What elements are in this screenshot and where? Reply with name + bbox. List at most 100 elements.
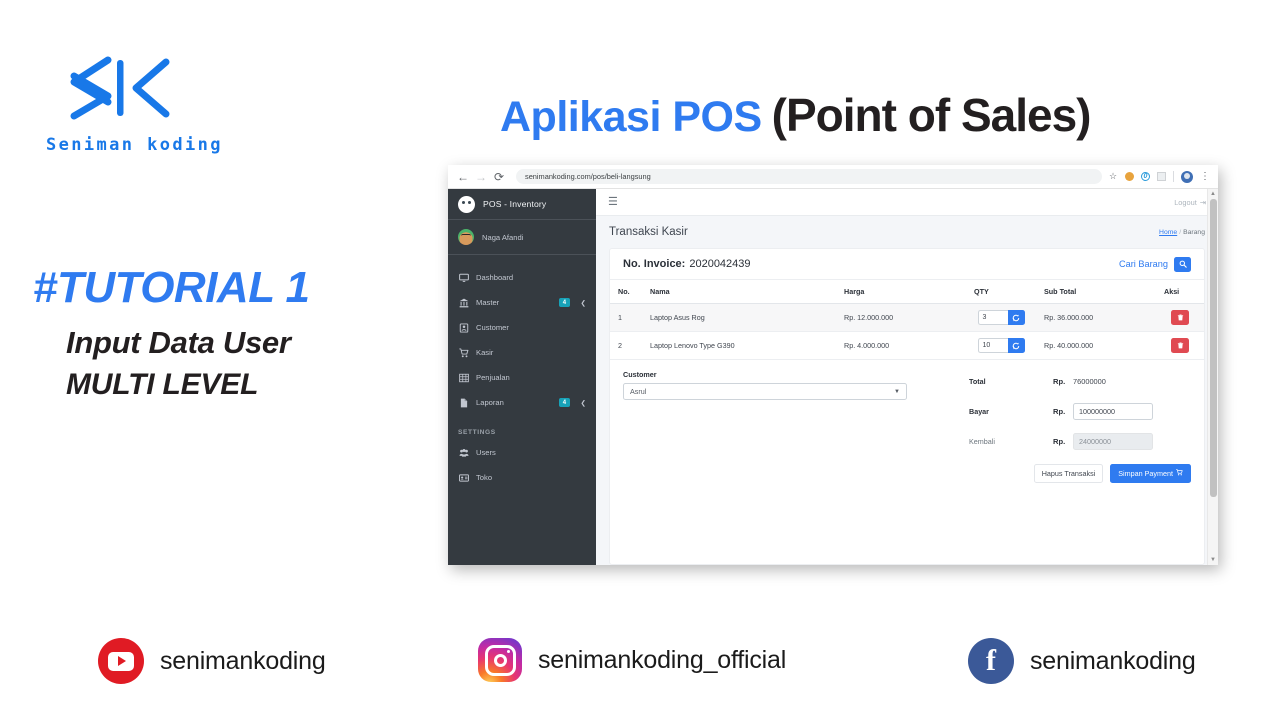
reload-icon[interactable]: ⟳ (490, 168, 508, 186)
sidebar-item-label: Customer (476, 323, 509, 332)
bayar-input[interactable]: 100000000 (1073, 402, 1153, 420)
col-header-nama: Nama (642, 280, 836, 304)
bayar-currency: Rp. (1053, 406, 1066, 416)
kebab-menu-icon[interactable]: ⋮ (1200, 171, 1210, 182)
pos-logo-icon (458, 195, 475, 213)
total-row: Total Rp. 76000000 (969, 370, 1191, 392)
title-rest: (Point of Sales) (771, 89, 1092, 141)
logout-button[interactable]: Logout ⇥ (1174, 198, 1206, 207)
chevron-down-icon: ▼ (894, 388, 900, 395)
qty-stepper: 3 (977, 310, 1025, 325)
sidebar-brand-label: POS - Inventory (483, 199, 547, 209)
table-icon (458, 372, 469, 383)
delete-transaction-button[interactable]: Hapus Transaksi (1033, 464, 1104, 483)
star-icon[interactable]: ☆ (1108, 171, 1118, 182)
breadcrumb-home[interactable]: Home (1159, 229, 1177, 236)
table-row: 2 Laptop Lenovo Type G390 Rp. 4.000.000 … (610, 331, 1204, 360)
cell-harga: Rp. 12.000.000 (836, 303, 966, 332)
cell-nama: Laptop Asus Rog (642, 303, 836, 332)
grey-extension-icon[interactable] (1157, 172, 1166, 181)
toolbar-divider (1173, 171, 1174, 182)
total-value: 76000000 (1073, 376, 1106, 386)
qty-input[interactable]: 10 (977, 338, 1008, 353)
browser-window: ← → ⟳ senimankoding.com/pos/beli-langsun… (448, 165, 1218, 565)
sidebar-brand[interactable]: POS - Inventory (448, 189, 596, 220)
total-currency: Rp. (1053, 376, 1066, 386)
users-icon (458, 447, 469, 458)
sidebar-item-kasir[interactable]: Kasir (448, 340, 596, 365)
tutorial-line-1: Input Data User (66, 325, 291, 360)
sidebar-item-laporan[interactable]: Laporan 4 ❮ (448, 390, 596, 415)
refresh-icon[interactable] (1007, 310, 1025, 325)
sidebar-user[interactable]: Naga Afandi (448, 220, 596, 255)
scrollbar-track[interactable] (1208, 199, 1219, 555)
trash-icon[interactable] (1171, 338, 1189, 353)
bayar-row: Bayar Rp. 100000000 (969, 400, 1191, 422)
search-item-label[interactable]: Cari Barang (1119, 259, 1168, 269)
trash-icon[interactable] (1171, 310, 1189, 325)
save-payment-label: Simpan Payment (1118, 469, 1173, 478)
qty-input[interactable]: 3 (977, 310, 1008, 325)
cell-harga: Rp. 4.000.000 (836, 331, 966, 360)
search-icon[interactable] (1174, 256, 1191, 272)
sidebar-item-toko[interactable]: Toko (448, 465, 596, 490)
customer-select[interactable]: Asrul ▼ (623, 383, 907, 400)
page-scrollbar[interactable]: ▲ ▼ (1207, 189, 1218, 565)
forward-arrow-icon[interactable]: → (472, 168, 490, 186)
qty-stepper: 10 (977, 338, 1025, 353)
back-arrow-icon[interactable]: ← (454, 168, 472, 186)
customer-selected-value: Asrul (630, 387, 647, 396)
sidebar-item-label: Toko (476, 473, 493, 482)
instagram-handle: senimankoding_official (538, 645, 787, 674)
social-facebook[interactable]: f senimankoding (968, 638, 1196, 684)
blue-extension-icon[interactable]: 0 (1141, 172, 1150, 181)
file-icon (458, 397, 469, 408)
transaction-card: No. Invoice: 2020042439 Cari Barang No. (609, 248, 1205, 565)
sidebar-badge-laporan: 4 (559, 398, 570, 407)
slide-canvas: Seniman koding #TUTORIAL 1 Input Data Us… (0, 0, 1280, 720)
orange-extension-icon[interactable] (1125, 172, 1134, 181)
sidebar-item-label: Laporan (476, 398, 504, 407)
refresh-icon[interactable] (1007, 338, 1025, 353)
cell-nama: Laptop Lenovo Type G390 (642, 331, 836, 360)
sidebar-item-label: Penjualan (476, 373, 510, 382)
sidebar-item-customer[interactable]: Customer (448, 315, 596, 340)
sidebar-item-dashboard[interactable]: Dashboard (448, 265, 596, 290)
cart-icon (458, 347, 469, 358)
page-header: Transaksi Kasir Home / Barang (596, 216, 1218, 248)
totals-section: Total Rp. 76000000 Bayar Rp. 100000000 K… (917, 370, 1191, 460)
payment-actions: Hapus Transaksi Simpan Payment (610, 460, 1204, 493)
chevron-left-icon[interactable]: ❮ (581, 399, 586, 407)
cell-no: 2 (610, 331, 642, 360)
id-card-icon (458, 322, 469, 333)
instagram-icon (478, 638, 522, 682)
breadcrumb: Home / Barang (1159, 229, 1205, 236)
sidebar-badge-master: 4 (559, 298, 570, 307)
sidebar-item-master[interactable]: Master 4 ❮ (448, 290, 596, 315)
items-table: No. Nama Harga QTY Sub Total Aksi 1 Lapt… (610, 280, 1204, 360)
cell-aksi (1156, 303, 1204, 332)
bayar-label: Bayar (969, 406, 989, 416)
invoice-number: 2020042439 (689, 258, 751, 270)
scroll-up-arrow-icon[interactable]: ▲ (1210, 189, 1216, 199)
sidebar-item-penjualan[interactable]: Penjualan (448, 365, 596, 390)
total-label: Total (969, 376, 986, 386)
sidebar-item-label: Kasir (476, 348, 494, 357)
scroll-down-arrow-icon[interactable]: ▼ (1210, 555, 1216, 565)
hamburger-icon[interactable]: ☰ (608, 196, 618, 208)
sidebar-item-users[interactable]: Users (448, 440, 596, 465)
profile-avatar-icon[interactable] (1181, 170, 1193, 183)
chevron-left-icon[interactable]: ❮ (581, 299, 586, 307)
sidebar-nav: Dashboard Master 4 ❮ Customer Kasir Penj… (448, 255, 596, 490)
youtube-handle: senimankoding (160, 646, 326, 675)
url-bar[interactable]: senimankoding.com/pos/beli-langsung (516, 169, 1102, 184)
app-topbar: ☰ Logout ⇥ (596, 189, 1218, 216)
save-payment-button[interactable]: Simpan Payment (1110, 464, 1191, 483)
scrollbar-thumb[interactable] (1209, 199, 1217, 497)
youtube-icon (98, 638, 144, 684)
kembali-row: Kembali Rp. 24000000 (969, 430, 1191, 452)
breadcrumb-current: Barang (1183, 228, 1205, 236)
social-youtube[interactable]: senimankoding (98, 638, 326, 684)
social-instagram[interactable]: senimankoding_official (478, 638, 786, 682)
browser-action-icons: ☆ 0 ⋮ (1108, 170, 1212, 183)
